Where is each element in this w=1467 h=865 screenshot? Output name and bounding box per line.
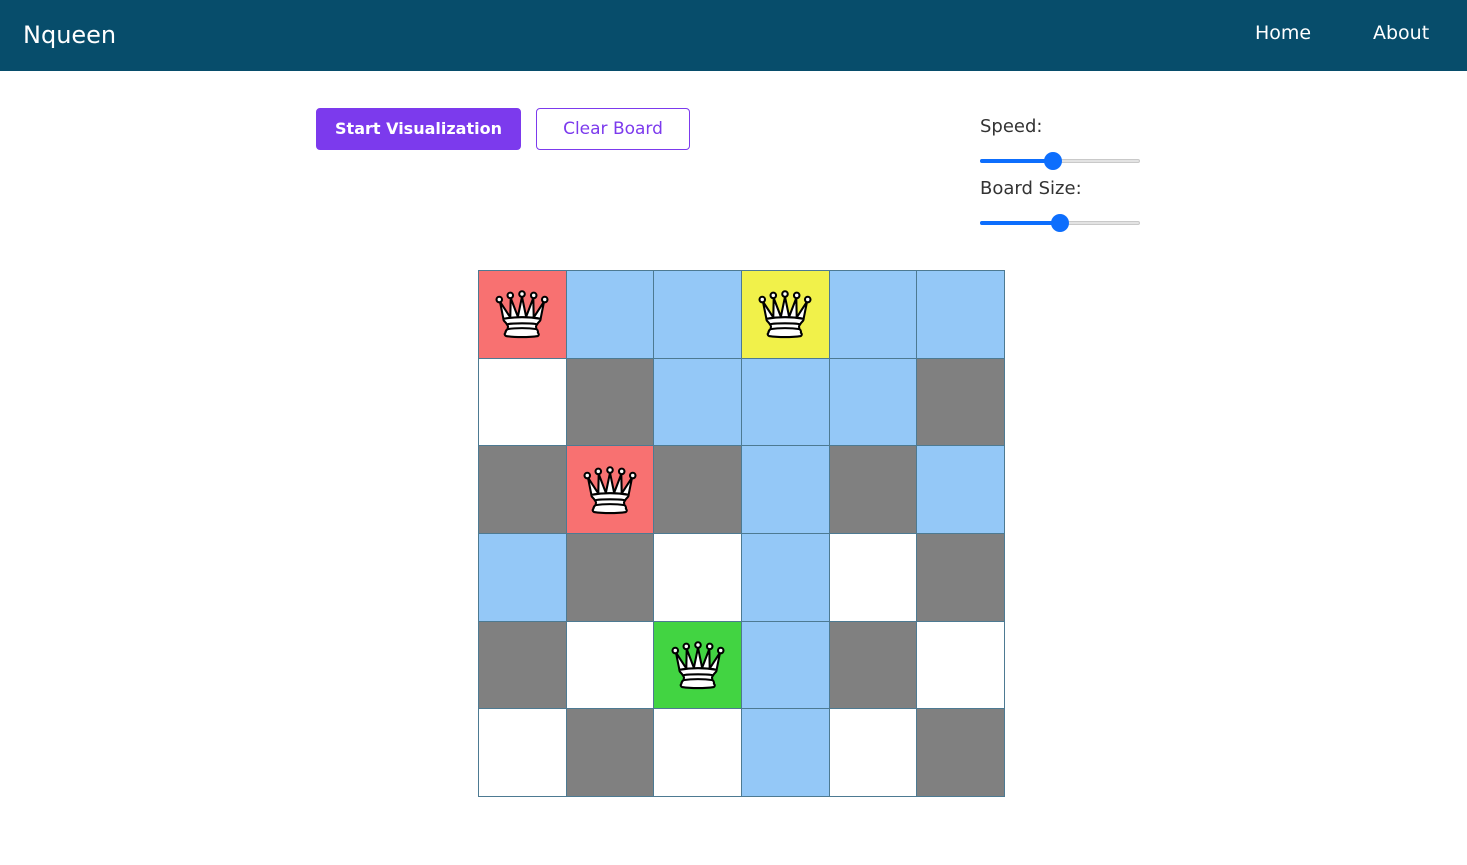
board-cell[interactable] (566, 709, 654, 796)
board-cell[interactable] (479, 621, 566, 709)
board-cell[interactable] (741, 621, 829, 709)
board-cell[interactable] (741, 358, 829, 446)
board-cell[interactable] (741, 271, 829, 358)
board-cell[interactable] (829, 446, 917, 533)
board-cell[interactable] (479, 358, 566, 446)
board-size-slider-thumb[interactable] (1051, 214, 1069, 232)
board-cell[interactable] (829, 533, 917, 621)
chess-board (478, 270, 1005, 797)
speed-slider[interactable] (980, 151, 1140, 171)
start-visualization-button[interactable]: Start Visualization (316, 108, 521, 150)
board-cell[interactable] (479, 533, 566, 621)
board-cell[interactable] (654, 533, 741, 621)
board-cell[interactable] (917, 446, 1004, 533)
board-size-slider-fill (980, 221, 1060, 225)
board-cell[interactable] (917, 271, 1004, 358)
board-cell[interactable] (917, 621, 1004, 709)
board-cell[interactable] (566, 533, 654, 621)
board-cell[interactable] (654, 358, 741, 446)
board-cell[interactable] (479, 271, 566, 358)
speed-slider-thumb[interactable] (1043, 152, 1062, 170)
queen-icon (579, 459, 641, 521)
navbar: Nqueen Home About (0, 0, 1467, 71)
speed-slider-fill (980, 159, 1053, 163)
brand-title[interactable]: Nqueen (23, 19, 116, 51)
board-cell[interactable] (917, 709, 1004, 796)
board-cell[interactable] (829, 621, 917, 709)
board-cell[interactable] (917, 533, 1004, 621)
board-cell[interactable] (829, 358, 917, 446)
board-size-slider[interactable] (980, 213, 1140, 233)
board-size-label: Board Size: (980, 178, 1082, 199)
board-cell[interactable] (566, 358, 654, 446)
board-cell[interactable] (741, 709, 829, 796)
board-cell[interactable] (654, 709, 741, 796)
board-cell[interactable] (741, 446, 829, 533)
queen-icon (754, 283, 816, 345)
queen-icon (491, 283, 553, 345)
nav-link-about[interactable]: About (1373, 20, 1429, 46)
speed-label: Speed: (980, 116, 1043, 137)
board-cell[interactable] (566, 271, 654, 358)
board-cell[interactable] (566, 446, 654, 533)
clear-board-button[interactable]: Clear Board (536, 108, 690, 150)
board-cell[interactable] (741, 533, 829, 621)
board-cell[interactable] (654, 621, 741, 709)
nav-link-home[interactable]: Home (1255, 20, 1311, 46)
board-cell[interactable] (917, 358, 1004, 446)
queen-icon (667, 634, 729, 696)
board-cell[interactable] (829, 271, 917, 358)
board-cell[interactable] (654, 271, 741, 358)
board-cell[interactable] (479, 709, 566, 796)
board-cell[interactable] (566, 621, 654, 709)
board-cell[interactable] (654, 446, 741, 533)
board-cell[interactable] (829, 709, 917, 796)
board-cell[interactable] (479, 446, 566, 533)
